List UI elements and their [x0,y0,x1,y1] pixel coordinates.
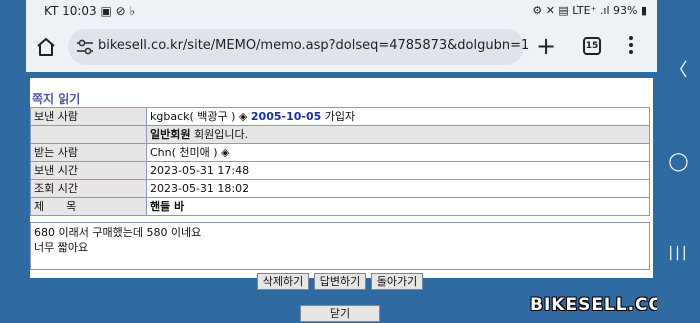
home-icon [37,38,55,56]
table-row: 제 목 핸들 바 [30,197,650,216]
memo-body-line: 680 이래서 구매했는데 580 이네요 [34,226,202,239]
table-row: 보낸 사람 kgback( 백광구 ) ◈ 2005-10-05 가입자 [30,107,650,126]
page-title: 쪽지 읽기 [32,92,81,106]
member-suffix: 회원입니다. [190,127,249,141]
nav-back-icon[interactable]: 〈 [657,62,700,80]
status-bar-left: KT 10:03 ▣ ⊘ ♭ [44,4,136,18]
join-date-link[interactable]: 2005-10-05 [251,110,321,123]
member-value: 일반회원 회원입니다. [146,125,650,144]
android-nav-bar: 〈 ◯ ||| [657,0,700,323]
site-settings-icon[interactable] [76,39,94,55]
tab-switcher-button[interactable]: 15 [583,37,601,55]
browser-toolbar: bikesell.co.kr/site/MEMO/memo.asp?dolseq… [26,22,657,72]
memo-info-table: 보낸 사람 kgback( 백광구 ) ◈ 2005-10-05 가입자 일반회… [30,107,650,216]
subject-text: 핸들 바 [150,199,185,213]
close-button[interactable]: 닫기 [300,305,380,322]
table-row: 받는 사람 Chn( 천미애 ) ◈ [30,143,650,162]
nav-home-icon[interactable]: ◯ [657,153,700,171]
memo-body-line: 너무 짧아요 [34,241,89,254]
back-button[interactable]: 돌아가기 [371,273,423,290]
join-suffix: 가입자 [321,109,356,123]
sender-value: kgback( 백광구 ) ◈ 2005-10-05 가입자 [146,107,650,126]
nav-recents-icon[interactable]: ||| [657,244,700,262]
read-time-label: 조회 시간 [30,179,147,198]
reply-button[interactable]: 답변하기 [314,273,366,290]
url-text[interactable]: bikesell.co.kr/site/MEMO/memo.asp?dolseq… [98,38,529,53]
member-grade: 일반회원 [150,127,191,141]
table-row: 일반회원 회원입니다. [30,125,650,144]
memo-body: 680 이래서 구매했는데 580 이네요 너무 짧아요 [30,222,650,270]
table-row: 보낸 시간 2023-05-31 17:48 [30,161,650,180]
sent-time-value: 2023-05-31 17:48 [146,161,650,180]
more-vert-icon[interactable] [626,34,636,60]
read-time-value: 2023-05-31 18:02 [146,179,650,198]
status-bar-right: ⚙ ✕ ▤ LTE⁺ .ıl 93% ▮ [532,4,647,17]
new-tab-button[interactable]: + [534,32,558,60]
sender-name[interactable]: kgback( 백광구 ) ◈ [150,110,251,123]
subject-label: 제 목 [30,197,147,216]
status-bar: KT 10:03 ▣ ⊘ ♭ ⚙ ✕ ▤ LTE⁺ .ıl 93% ▮ [26,0,657,22]
table-row: 조회 시간 2023-05-31 18:02 [30,179,650,198]
recipient-value[interactable]: Chn( 천미애 ) ◈ [146,143,650,162]
member-label [30,125,147,144]
delete-button[interactable]: 삭제하기 [257,273,309,290]
home-button[interactable] [34,35,58,59]
sent-time-label: 보낸 시간 [30,161,147,180]
subject-value: 핸들 바 [146,197,650,216]
sender-label: 보낸 사람 [30,107,147,126]
recipient-label: 받는 사람 [30,143,147,162]
address-bar[interactable]: bikesell.co.kr/site/MEMO/memo.asp?dolseq… [68,29,529,65]
